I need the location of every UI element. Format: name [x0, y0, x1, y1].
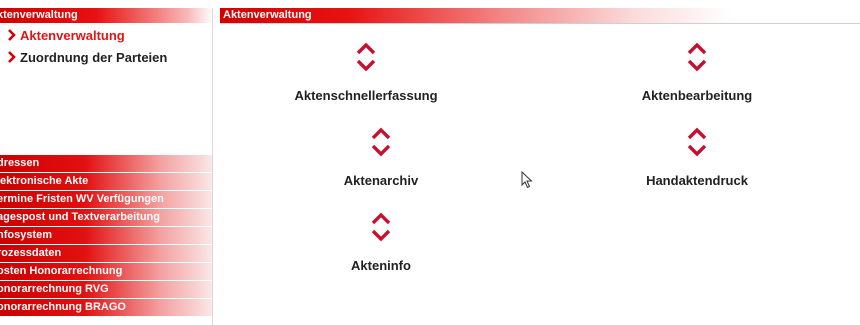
sidebar: ktenverwaltung Aktenverwaltung Zuordnung…	[0, 0, 213, 325]
menu-item-infosystem[interactable]: nfosystem	[0, 227, 213, 245]
sidebar-link-label: Zuordnung der Parteien	[20, 50, 168, 65]
tile-aktenschnellerfassung[interactable]: Aktenschnellerfassung	[266, 42, 466, 103]
tile-aktenbearbeitung[interactable]: Aktenbearbeitung	[597, 42, 797, 103]
chevron-arrows-icon	[356, 42, 376, 72]
menu-item-prozessdaten[interactable]: rozessdaten	[0, 245, 213, 263]
header-underline	[220, 23, 860, 24]
tile-label: Akteninfo	[351, 258, 411, 273]
chevron-arrows-icon	[687, 127, 707, 157]
main-title: Aktenverwaltung	[223, 9, 312, 21]
mouse-pointer-icon	[521, 171, 533, 189]
sidebar-link-aktenverwaltung[interactable]: Aktenverwaltung	[7, 28, 125, 44]
menu-item-termine[interactable]: ermine Fristen WV Verfügungen	[0, 191, 213, 209]
chevron-arrows-icon	[371, 127, 391, 157]
chevron-right-icon	[8, 51, 16, 63]
sidebar-link-zuordnung[interactable]: Zuordnung der Parteien	[7, 50, 167, 66]
sidebar-header: ktenverwaltung	[0, 8, 213, 23]
tile-label: Aktenbearbeitung	[641, 88, 753, 103]
menu-item-kosten-honorarrechnung[interactable]: osten Honorarrechnung	[0, 263, 213, 281]
tile-aktenarchiv[interactable]: Aktenarchiv	[281, 127, 481, 188]
menu-item-honorarrechnung-rvg[interactable]: onorarrechnung RVG	[0, 281, 213, 299]
tile-handaktendruck[interactable]: Handaktendruck	[597, 127, 797, 188]
sidebar-divider	[212, 8, 213, 325]
sidebar-link-label: Aktenverwaltung	[20, 28, 125, 43]
menu-item-honorarrechnung-brago[interactable]: onorarrechnung BRAGO	[0, 299, 213, 317]
tile-label: Aktenarchiv	[343, 173, 419, 188]
tile-akteninfo[interactable]: Akteninfo	[281, 212, 481, 273]
menu-item-elektronische-akte[interactable]: lektronische Akte	[0, 173, 213, 191]
menu-item-adressen[interactable]: dressen	[0, 155, 213, 173]
tile-label: Aktenschnellerfassung	[294, 88, 438, 103]
main-header: Aktenverwaltung	[220, 8, 860, 23]
chevron-arrows-icon	[371, 212, 391, 242]
tile-label: Handaktendruck	[646, 173, 748, 188]
chevron-arrows-icon	[687, 42, 707, 72]
chevron-right-icon	[8, 29, 16, 41]
menu-item-tagespost[interactable]: agespost und Textverarbeitung	[0, 209, 213, 227]
sidebar-menu: dressen lektronische Akte ermine Fristen…	[0, 155, 213, 317]
